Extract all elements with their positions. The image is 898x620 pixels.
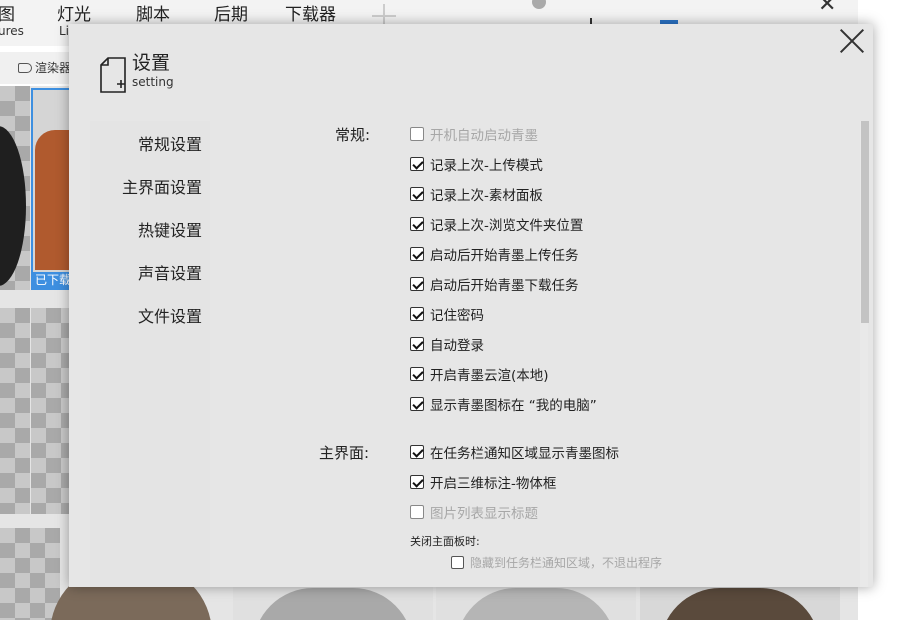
selected-material-thumbnail[interactable]: [31, 88, 71, 290]
checkbox-box[interactable]: [410, 127, 424, 141]
checkbox-auto-login[interactable]: 自动登录: [410, 335, 484, 354]
tag-icon: [18, 62, 32, 73]
close-panel-heading: 关闭主面板时:: [410, 535, 480, 548]
checkbox-label: 记录上次-素材面板: [430, 188, 543, 204]
downloaded-label: 已下载: [33, 272, 71, 288]
nav-item-sound[interactable]: 声音设置: [138, 260, 202, 284]
app-close-icon[interactable]: ✕: [818, 0, 836, 17]
nav-item-hotkeys[interactable]: 热键设置: [138, 217, 202, 241]
checkbox-remember-material-panel[interactable]: 记录上次-素材面板: [410, 185, 543, 204]
checkbox-box[interactable]: [410, 367, 424, 381]
checkbox-box[interactable]: [410, 247, 424, 261]
checkbox-label: 开启青墨云渲(本地): [430, 368, 549, 384]
settings-dialog: 设置 setting 常规设置 主界面设置 热键设置 声音设置 文件设置 常规:…: [69, 24, 873, 587]
menu-item-scripts[interactable]: 脚本: [136, 0, 170, 25]
material-thumbnail[interactable]: [0, 86, 30, 290]
checkbox-tray-icon[interactable]: 在任务栏通知区域显示青墨图标: [410, 443, 619, 462]
section-label-main-ui: 主界面:: [319, 444, 370, 462]
checkbox-start-upload-tasks[interactable]: 启动后开始青墨上传任务: [410, 245, 579, 264]
checkbox-box[interactable]: [410, 445, 424, 459]
material-preview-fabric: [35, 130, 69, 270]
checkbox-autostart[interactable]: 开机自动启动青墨: [410, 125, 538, 144]
material-thumbnail[interactable]: [31, 308, 71, 514]
menu-item-pictures-sub: ures: [0, 24, 24, 38]
checkbox-label: 开机自动启动青墨: [430, 128, 538, 144]
checkbox-label: 启动后开始青墨上传任务: [430, 248, 579, 264]
checkbox-label: 记录上次-浏览文件夹位置: [430, 218, 584, 234]
checkbox-box[interactable]: [410, 217, 424, 231]
menu-item-post[interactable]: 后期: [214, 0, 248, 25]
checkbox-label: 在任务栏通知区域显示青墨图标: [430, 446, 619, 462]
checkbox-box[interactable]: [410, 157, 424, 171]
nav-item-general[interactable]: 常规设置: [138, 131, 202, 155]
checkbox-label: 显示青墨图标在 “我的电脑”: [430, 398, 597, 414]
checkbox-box[interactable]: [410, 187, 424, 201]
document-icon: [100, 57, 126, 93]
material-thumbnail[interactable]: [0, 528, 60, 620]
checkbox-show-icon-my-computer[interactable]: 显示青墨图标在 “我的电脑”: [410, 395, 597, 414]
renderer-tag[interactable]: 渲染器: [18, 59, 71, 76]
dialog-title: 设置: [132, 52, 171, 74]
checkbox-label: 图片列表显示标题: [430, 506, 538, 522]
material-preview: [660, 588, 820, 620]
checkbox-box[interactable]: [410, 475, 424, 489]
checkbox-3d-annotation-box[interactable]: 开启三维标注-物体框: [410, 473, 557, 492]
menu-item-lights-sub: Li: [59, 24, 70, 38]
material-preview: [456, 588, 616, 620]
checkbox-label: 自动登录: [430, 338, 484, 354]
nav-item-main-ui[interactable]: 主界面设置: [122, 174, 202, 198]
checkbox-box[interactable]: [410, 505, 424, 519]
checkbox-label: 记录上次-上传模式: [430, 158, 543, 174]
checkbox-cloud-render-local[interactable]: 开启青墨云渲(本地): [410, 365, 549, 384]
renderer-tag-label: 渲染器: [35, 61, 72, 75]
section-label-general: 常规:: [335, 126, 371, 144]
checkbox-box[interactable]: [410, 277, 424, 291]
checkbox-remember-folder-location[interactable]: 记录上次-浏览文件夹位置: [410, 215, 584, 234]
checkbox-box[interactable]: [451, 556, 464, 569]
scrollbar-thumb[interactable]: [861, 121, 869, 323]
checkbox-remember-upload-mode[interactable]: 记录上次-上传模式: [410, 155, 543, 174]
menu-item-pictures[interactable]: 图: [0, 0, 15, 25]
checkbox-box[interactable]: [410, 337, 424, 351]
checkbox-label: 启动后开始青墨下载任务: [430, 278, 579, 294]
material-preview: [0, 126, 26, 286]
menu-item-downloader[interactable]: 下载器: [285, 0, 336, 25]
checkbox-hide-to-tray[interactable]: 隐藏到任务栏通知区域，不退出程序: [451, 554, 662, 571]
dialog-subtitle: setting: [132, 75, 174, 89]
settings-nav: 常规设置 主界面设置 热键设置 声音设置 文件设置: [90, 121, 210, 587]
close-icon[interactable]: [839, 28, 865, 54]
checkbox-box[interactable]: [410, 307, 424, 321]
checkbox-label: 记住密码: [430, 308, 484, 324]
checkbox-remember-password[interactable]: 记住密码: [410, 305, 484, 324]
checkbox-label: 隐藏到任务栏通知区域，不退出程序: [470, 556, 663, 570]
menu-item-lights[interactable]: 灯光: [57, 0, 91, 25]
material-thumbnail[interactable]: [0, 308, 30, 514]
account-avatar: [532, 0, 702, 9]
checkbox-label: 开启三维标注-物体框: [430, 476, 557, 492]
checkbox-box[interactable]: [410, 397, 424, 411]
checkbox-start-download-tasks[interactable]: 启动后开始青墨下载任务: [410, 275, 579, 294]
nav-item-files[interactable]: 文件设置: [138, 303, 202, 327]
material-preview: [253, 588, 413, 620]
checkbox-image-list-titles[interactable]: 图片列表显示标题: [410, 503, 538, 522]
